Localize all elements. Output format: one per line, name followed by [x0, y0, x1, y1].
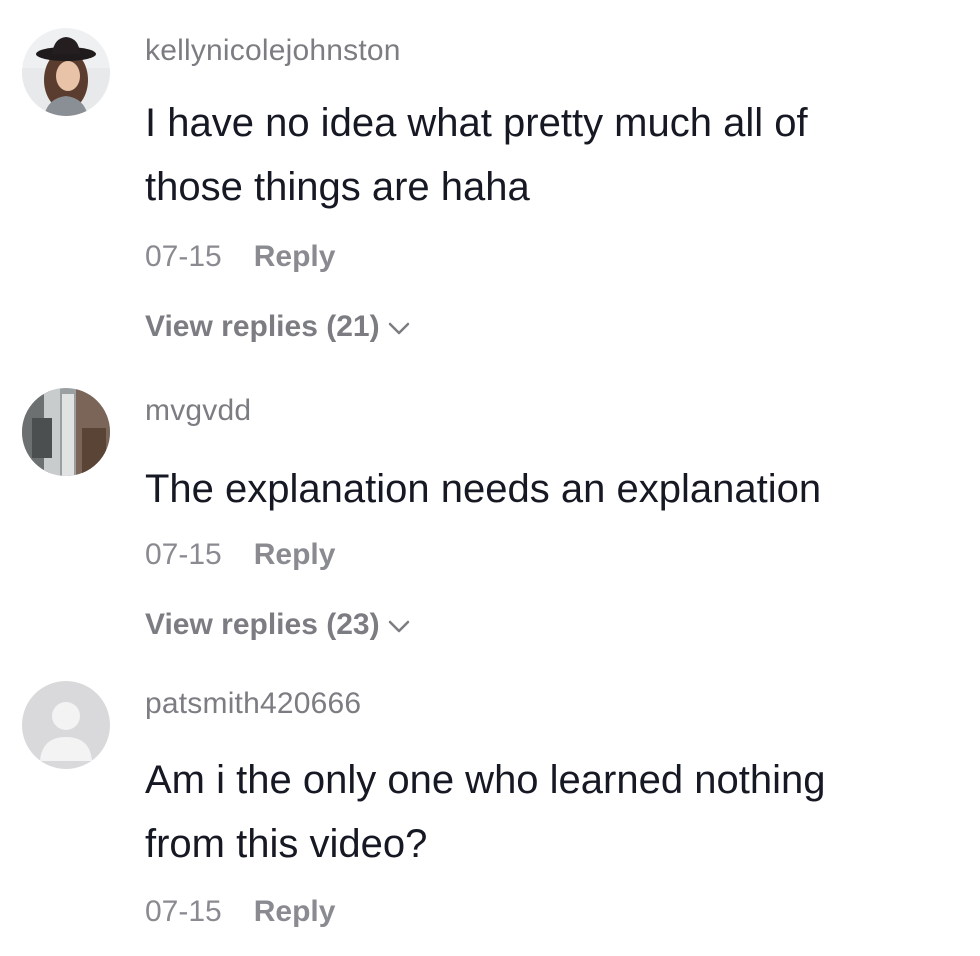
- view-replies-label: View replies (23): [145, 608, 380, 641]
- comment-date: 07-15: [145, 240, 222, 273]
- user-photo-avatar-icon: [22, 388, 110, 476]
- comment-text-line: those things are haha: [145, 165, 530, 209]
- comment-text-line: I have no idea what pretty much all of: [145, 101, 808, 145]
- avatar[interactable]: [22, 28, 110, 116]
- chevron-down-icon: [388, 607, 410, 643]
- reply-button[interactable]: Reply: [254, 894, 336, 930]
- default-user-avatar-icon: [22, 681, 110, 769]
- comment-text: I have no idea what pretty much all of t…: [145, 91, 960, 219]
- avatar[interactable]: [22, 681, 110, 769]
- comment-text: The explanation needs an explanation: [145, 457, 960, 521]
- view-replies-label: View replies (21): [145, 310, 380, 343]
- comment-meta: 07-15 Reply: [145, 537, 960, 573]
- avatar[interactable]: [22, 388, 110, 476]
- comment-username[interactable]: kellynicolejohnston: [145, 33, 960, 69]
- view-replies-button[interactable]: View replies (23): [145, 607, 960, 643]
- chevron-down-icon: [388, 309, 410, 345]
- reply-button[interactable]: Reply: [254, 537, 336, 573]
- comment-username[interactable]: patsmith420666: [145, 686, 960, 722]
- user-photo-avatar-icon: [22, 28, 110, 116]
- view-replies-button[interactable]: View replies (21): [145, 309, 960, 345]
- comment-meta: 07-15 Reply: [145, 894, 960, 930]
- comment-text: Am i the only one who learned nothing fr…: [145, 748, 960, 876]
- comment-username[interactable]: mvgvdd: [145, 393, 960, 429]
- comment-text-line: from this video?: [145, 822, 428, 866]
- reply-button[interactable]: Reply: [254, 239, 336, 275]
- comment-text-line: Am i the only one who learned nothing: [145, 758, 826, 802]
- comment-meta: 07-15 Reply: [145, 239, 960, 275]
- comment-date: 07-15: [145, 538, 222, 571]
- comment-date: 07-15: [145, 895, 222, 928]
- comment-text-line: The explanation needs an explanation: [145, 467, 822, 511]
